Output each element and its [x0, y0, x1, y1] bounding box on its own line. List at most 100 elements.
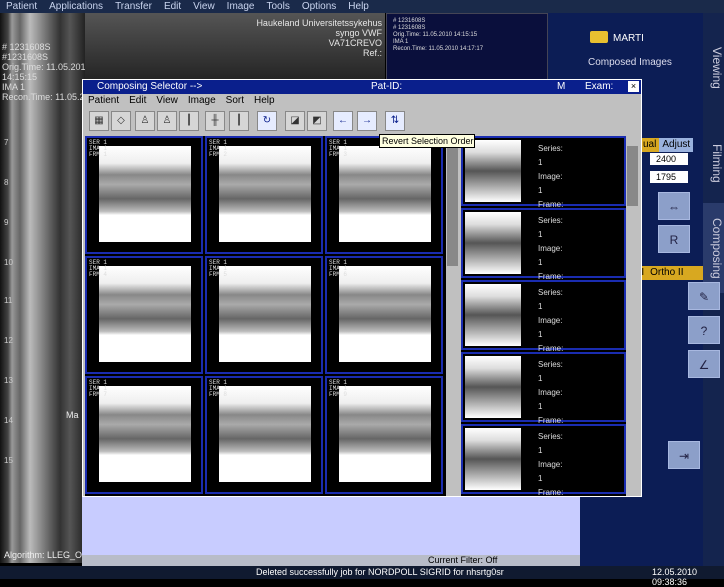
- menu-image[interactable]: Image: [221, 0, 261, 13]
- xray-thumbnail: [99, 386, 191, 482]
- arrange-up-icon[interactable]: ◩: [307, 111, 327, 131]
- grid-cell[interactable]: SER 1 IMA 1 FRM 6: [325, 256, 443, 374]
- window-width-field[interactable]: 2400: [650, 153, 688, 165]
- menubar: Patient Applications Transfer Edit View Image…: [0, 0, 724, 13]
- flip-horizontal-icon[interactable]: ⇔: [658, 192, 690, 220]
- menu-view[interactable]: View: [187, 0, 221, 13]
- algorithm-label: Algorithm: LLEG_OF: [4, 550, 88, 560]
- window-center-field[interactable]: 1795: [650, 171, 688, 183]
- dmenu-sort[interactable]: Sort: [221, 94, 249, 108]
- spine-icon[interactable]: ┃: [229, 111, 249, 131]
- task-message: Deleted successfully job for NORDPOLL SI…: [256, 567, 504, 577]
- menu-edit[interactable]: Edit: [158, 0, 187, 13]
- xray-thumbnail: [465, 212, 521, 274]
- grid-layout-icon[interactable]: ▦: [89, 111, 109, 131]
- cell-label: SER 1 IMA 1 FRM 3: [329, 139, 348, 158]
- menu-help[interactable]: Help: [342, 0, 375, 13]
- revert-order-icon[interactable]: ⇅: [385, 111, 405, 131]
- scrollbar-thumb[interactable]: [627, 146, 638, 206]
- menu-applications[interactable]: Applications: [43, 0, 109, 13]
- tab-manual[interactable]: ual: [640, 138, 660, 152]
- list-item[interactable]: Series:1Image:1Frame:18: [461, 136, 626, 223]
- close-icon[interactable]: ×: [628, 81, 639, 92]
- list-item[interactable]: Series:1Image:1Frame:14: [461, 424, 626, 511]
- xray-thumbnail: [339, 386, 431, 482]
- arrow-right-box-icon[interactable]: ⇥: [668, 441, 700, 469]
- cell-label: SER 1 IMA 1 FRM 6: [329, 259, 348, 278]
- dialog-title: Composing Selector -->: [97, 81, 203, 92]
- dmenu-image[interactable]: Image: [183, 94, 221, 108]
- thumb-line: IMA 1: [393, 39, 409, 45]
- xray-thumbnail: [99, 266, 191, 362]
- menu-patient[interactable]: Patient: [0, 0, 43, 13]
- arrow-left-icon[interactable]: ←: [333, 111, 353, 131]
- ruler-mark: 13: [4, 376, 13, 385]
- mag-label: Ma: [66, 410, 79, 420]
- hospital-info: Haukeland Universitetssykehus syngo VWF …: [240, 18, 382, 58]
- tab-adjust[interactable]: Adjust: [659, 138, 694, 152]
- grid-cell[interactable]: SER 1 IMA 1 FRM 9: [325, 376, 443, 494]
- arrow-right-icon[interactable]: →: [357, 111, 377, 131]
- top-thumbnail[interactable]: # 1231608S # 1231608S Orig.Time: 11.05.2…: [386, 13, 548, 85]
- grid-cell[interactable]: SER 1 IMA 1 FRM 4: [85, 256, 203, 374]
- xray-thumbnail: [219, 266, 311, 362]
- thumb-line: # 1231608S: [393, 18, 426, 24]
- dmenu-help[interactable]: Help: [249, 94, 280, 108]
- xray-thumbnail: [219, 386, 311, 482]
- tab-composing[interactable]: Composing: [703, 203, 724, 293]
- dmenu-view[interactable]: View: [151, 94, 183, 108]
- software-name: syngo VWF: [335, 28, 382, 38]
- xray-thumbnail: [465, 140, 521, 202]
- menu-tools[interactable]: Tools: [260, 0, 295, 13]
- xray-thumbnail: [339, 146, 431, 242]
- cell-label: SER 1 IMA 1 FRM 2: [209, 139, 228, 158]
- list-item[interactable]: Series:1Image:1Frame:16: [461, 280, 626, 367]
- angle-tool-icon[interactable]: ∠: [688, 350, 720, 378]
- dialog-menubar: Patient Edit View Image Sort Help: [83, 94, 641, 108]
- ruler-mark: 12: [4, 336, 13, 345]
- rotate-icon[interactable]: ↻: [257, 111, 277, 131]
- scrollbar-thumb[interactable]: [447, 146, 458, 266]
- arrange-down-icon[interactable]: ◪: [285, 111, 305, 131]
- dialog-titlebar[interactable]: Composing Selector --> Pat-ID: M Exam: ×: [83, 80, 641, 94]
- cell-label: SER 1 IMA 1 FRM 1: [89, 139, 108, 158]
- help-icon[interactable]: ?: [688, 316, 720, 344]
- thumb-line: Orig.Time: 11.05.2010 14:15:15: [393, 32, 478, 38]
- spine-icon[interactable]: ┃: [179, 111, 199, 131]
- tab-filming[interactable]: Filming: [703, 128, 724, 198]
- folder-icon[interactable]: [590, 31, 608, 43]
- mirror-r-icon[interactable]: R: [658, 225, 690, 253]
- grid-cell[interactable]: SER 1 IMA 1 FRM 5: [205, 256, 323, 374]
- person-icon[interactable]: ♙: [157, 111, 177, 131]
- xray-thumbnail: [465, 284, 521, 346]
- exam-label: Exam:: [585, 81, 614, 92]
- person-icon[interactable]: ♙: [135, 111, 155, 131]
- list-scrollbar[interactable]: [626, 136, 639, 496]
- tab-viewing[interactable]: Viewing: [703, 33, 724, 103]
- list-item[interactable]: Series:1Image:1Frame:15: [461, 352, 626, 439]
- grid-cell[interactable]: SER 1 IMA 1 FRM 3: [325, 136, 443, 254]
- folder-name: MARTI: [613, 33, 644, 44]
- grid-cell[interactable]: SER 1 IMA 1 FRM 2: [205, 136, 323, 254]
- dmenu-patient[interactable]: Patient: [83, 94, 124, 108]
- list-item[interactable]: Series:1Image:1Frame:17: [461, 208, 626, 295]
- version-label: VA71CREVO: [328, 38, 382, 48]
- align-icon[interactable]: ╫: [205, 111, 225, 131]
- cell-label: SER 1 IMA 1 FRM 7: [89, 379, 108, 398]
- pen-tool-icon[interactable]: ✎: [688, 282, 720, 310]
- current-filter-label: Current Filter: Off: [428, 555, 498, 565]
- grid-cell[interactable]: SER 1 IMA 1 FRM 7: [85, 376, 203, 494]
- menu-transfer[interactable]: Transfer: [109, 0, 158, 13]
- grid-cell[interactable]: SER 1 IMA 1 FRM 1: [85, 136, 203, 254]
- xray-thumbnail: [339, 266, 431, 362]
- ruler-mark: 15: [4, 456, 13, 465]
- select-icon[interactable]: ◇: [111, 111, 131, 131]
- tab-ortho-ii[interactable]: Ortho II: [647, 267, 686, 278]
- adjust-tabs: ual Adjust: [640, 138, 703, 152]
- grid-scrollbar[interactable]: [446, 136, 459, 496]
- xray-thumbnail: [465, 356, 521, 418]
- dmenu-edit[interactable]: Edit: [124, 94, 151, 108]
- xray-thumbnail: [99, 146, 191, 242]
- menu-options[interactable]: Options: [296, 0, 342, 13]
- grid-cell[interactable]: SER 1 IMA 1 FRM 8: [205, 376, 323, 494]
